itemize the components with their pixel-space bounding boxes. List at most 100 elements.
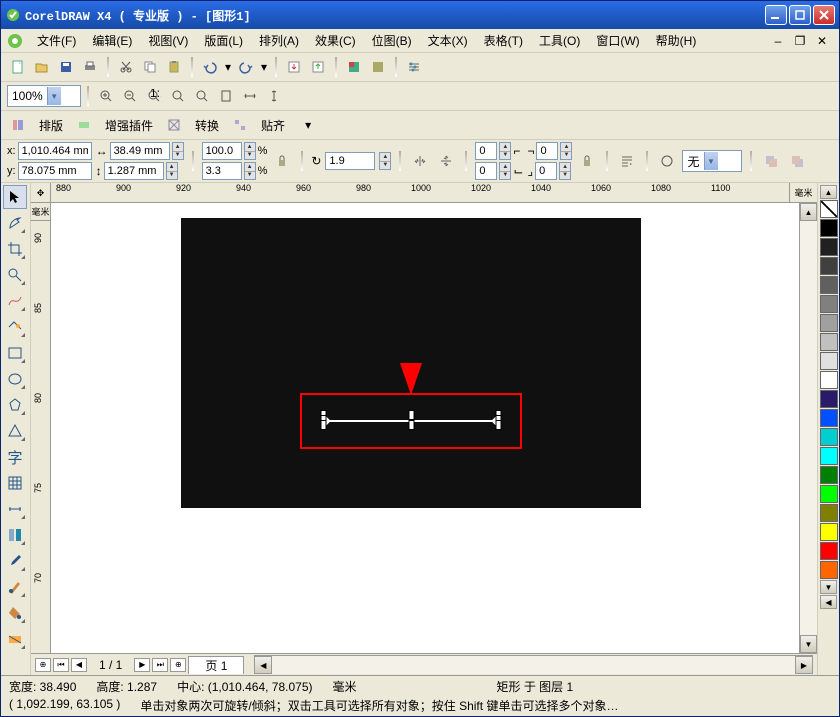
height-input[interactable] (104, 162, 164, 180)
scrollbar-vertical[interactable]: ▲ ▼ (799, 203, 817, 653)
c2-spinner[interactable]: ▲▼ (499, 162, 511, 180)
menu-layout[interactable]: 版面(L) (196, 30, 251, 51)
tool-interactive[interactable] (3, 523, 27, 547)
layout-icon[interactable] (7, 114, 29, 136)
zoom-width-button[interactable] (239, 85, 261, 107)
scroll-right-button[interactable]: ▶ (795, 656, 813, 674)
swatch-black[interactable] (820, 219, 838, 237)
addon-layout[interactable]: 排版 (31, 115, 71, 136)
maximize-button[interactable] (789, 5, 811, 25)
drawing-background-rect[interactable] (181, 218, 641, 508)
minimize-button[interactable] (765, 5, 787, 25)
cut-button[interactable] (115, 56, 137, 78)
menu-tools[interactable]: 工具(O) (531, 30, 588, 51)
tool-pick[interactable] (3, 185, 27, 209)
tool-smart[interactable] (3, 315, 27, 339)
swatch-darkblue[interactable] (820, 390, 838, 408)
tool-text[interactable]: 字 (3, 445, 27, 469)
selected-shape[interactable] (324, 415, 499, 425)
wrap-text-button[interactable] (616, 150, 638, 172)
last-page-button[interactable]: ⏭ (152, 658, 168, 672)
scale-x-input[interactable] (202, 142, 242, 160)
corner1-input[interactable] (475, 142, 497, 160)
sx-spinner[interactable]: ▲▼ (244, 142, 256, 160)
next-page-button[interactable]: ▶ (134, 658, 150, 672)
height-spinner[interactable]: ▲▼ (166, 162, 178, 180)
zoom-all-button[interactable] (191, 85, 213, 107)
tool-interactive-fill[interactable] (3, 627, 27, 651)
palette-expand-button[interactable]: ◀ (820, 595, 837, 609)
menu-text[interactable]: 文本(X) (420, 30, 476, 51)
menu-edit[interactable]: 编辑(E) (84, 30, 140, 51)
palette-down-button[interactable]: ▼ (820, 580, 837, 594)
transform-icon[interactable] (163, 114, 185, 136)
welcome-button[interactable] (367, 56, 389, 78)
tool-eyedropper[interactable] (3, 549, 27, 573)
tool-rectangle[interactable] (3, 341, 27, 365)
swatch-yellow[interactable] (820, 523, 838, 541)
undo-button[interactable] (199, 56, 221, 78)
swatch-green[interactable] (820, 466, 838, 484)
prev-page-button[interactable]: ◀ (71, 658, 87, 672)
print-button[interactable] (79, 56, 101, 78)
y-input[interactable] (18, 162, 92, 180)
zoom-height-button[interactable] (263, 85, 285, 107)
swatch-white[interactable] (820, 371, 838, 389)
swatch-orange[interactable] (820, 561, 838, 579)
corner2-input[interactable] (475, 162, 497, 180)
swatch-cyan[interactable] (820, 428, 838, 446)
x-input[interactable] (18, 142, 92, 160)
resize-handle-bl[interactable] (321, 420, 327, 430)
scroll-down-button[interactable]: ▼ (800, 635, 817, 653)
close-button[interactable] (813, 5, 835, 25)
scroll-left-button[interactable]: ◀ (254, 656, 272, 674)
to-front-button[interactable] (760, 150, 782, 172)
swatch-brightgreen[interactable] (820, 485, 838, 503)
zoom-combo[interactable]: 100%▼ (7, 85, 81, 107)
paste-button[interactable] (163, 56, 185, 78)
swatch-gray75[interactable] (820, 333, 838, 351)
lock-corners-button[interactable] (576, 150, 598, 172)
outline-width-combo[interactable]: 无▼ (682, 150, 742, 172)
resize-handle-b[interactable] (408, 420, 414, 430)
sy-spinner[interactable]: ▲▼ (244, 162, 256, 180)
export-button[interactable] (307, 56, 329, 78)
canvas[interactable] (51, 203, 799, 653)
tool-polygon[interactable] (3, 393, 27, 417)
mdi-minimize-button[interactable]: – (767, 30, 789, 52)
width-spinner[interactable]: ▲▼ (172, 142, 184, 160)
width-input[interactable] (110, 142, 170, 160)
add-page-end-button[interactable]: ⊕ (170, 658, 186, 672)
swatch-blue[interactable] (820, 409, 838, 427)
addon-transform[interactable]: 转换 (187, 115, 227, 136)
mdi-close-button[interactable]: ✕ (811, 30, 833, 52)
tool-ellipse[interactable] (3, 367, 27, 391)
open-button[interactable] (31, 56, 53, 78)
swatch-gray90[interactable] (820, 352, 838, 370)
scroll-up-button[interactable]: ▲ (800, 203, 817, 221)
menu-bitmap[interactable]: 位图(B) (364, 30, 420, 51)
mirror-v-button[interactable] (435, 150, 457, 172)
resize-handle-t[interactable] (408, 410, 414, 420)
tool-basic-shapes[interactable] (3, 419, 27, 443)
tool-freehand[interactable] (3, 289, 27, 313)
ruler-corner[interactable]: ✥ (31, 183, 51, 203)
new-button[interactable] (7, 56, 29, 78)
swatch-gray40[interactable] (820, 276, 838, 294)
zoom-selected-button[interactable] (167, 85, 189, 107)
tool-shape[interactable] (3, 211, 27, 235)
swatch-gray50[interactable] (820, 295, 838, 313)
menu-view[interactable]: 视图(V) (140, 30, 196, 51)
menu-effect[interactable]: 效果(C) (307, 30, 364, 51)
save-button[interactable] (55, 56, 77, 78)
first-page-button[interactable]: ⏮ (53, 658, 69, 672)
addon-snap[interactable]: 贴齐 (253, 115, 293, 136)
swatch-lightcyan[interactable] (820, 447, 838, 465)
menu-window[interactable]: 窗口(W) (588, 30, 647, 51)
menu-arrange[interactable]: 排列(A) (251, 30, 307, 51)
tool-dimension[interactable] (3, 497, 27, 521)
undo-dd-button[interactable]: ▾ (223, 56, 233, 78)
app-launcher-button[interactable] (343, 56, 365, 78)
options-button[interactable] (403, 56, 425, 78)
swatch-gray60[interactable] (820, 314, 838, 332)
